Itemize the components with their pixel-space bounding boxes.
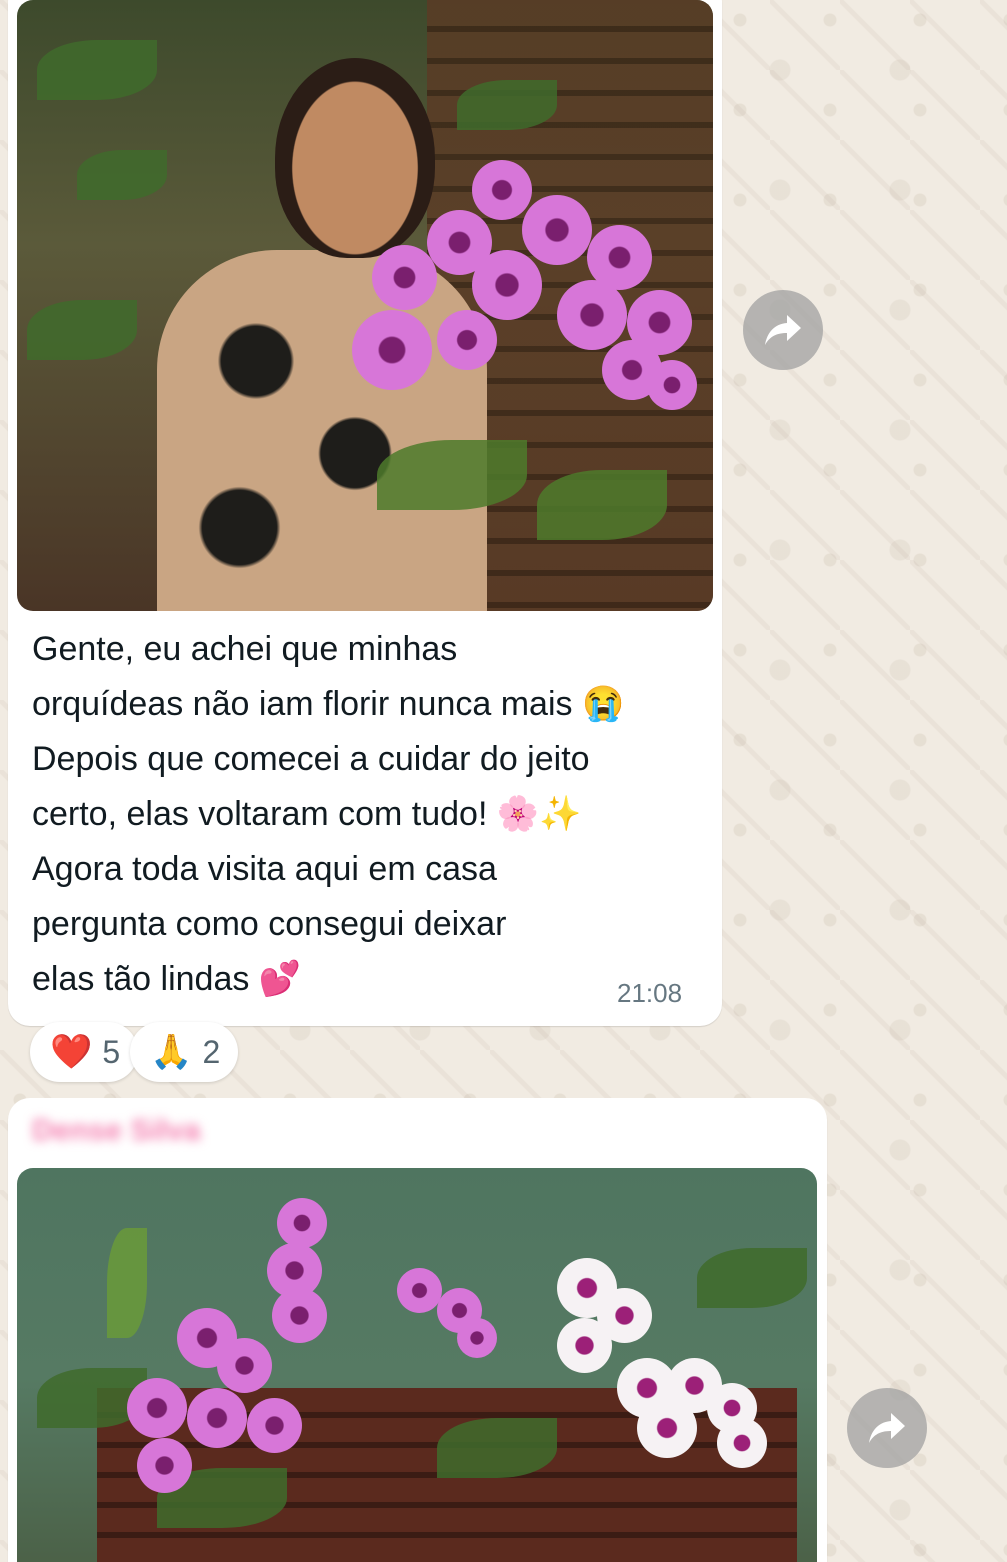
forward-arrow-icon [765, 315, 801, 345]
heart-emoji-icon: ❤️ [50, 1033, 93, 1071]
message-text-line: pergunta como consegui deixar [32, 905, 507, 943]
folded-hands-emoji-icon: 🙏 [150, 1033, 193, 1071]
reaction-count: 5 [102, 1033, 121, 1070]
reaction-count: 2 [202, 1033, 221, 1070]
message-text-line: orquídeas não iam florir nunca mais 😭 [32, 685, 625, 723]
message-timestamp: 21:08 [617, 978, 683, 1008]
message-text-line: Agora toda visita aqui em casa [32, 850, 497, 888]
forward-button[interactable] [743, 290, 823, 370]
message-text-line: Depois que comecei a cuidar do jeito [32, 740, 590, 778]
reactions-bar[interactable]: ❤️ 5 🙏 2 [30, 1022, 239, 1082]
message-text-line: certo, elas voltaram com tudo! 🌸✨ [32, 795, 582, 833]
message-text-line: elas tão lindas 💕 [32, 960, 302, 998]
reaction-pray[interactable]: 🙏 2 [130, 1022, 239, 1082]
forward-arrow-icon [869, 1413, 905, 1443]
message-photo[interactable] [17, 1168, 817, 1562]
reaction-heart[interactable]: ❤️ 5 [30, 1022, 139, 1082]
message-text-line: Gente, eu achei que minhas [32, 630, 458, 668]
forward-button[interactable] [847, 1388, 927, 1468]
message-text: Gente, eu achei que minhas orquídeas não… [32, 622, 712, 1007]
sender-name[interactable]: Dense Silva [32, 1114, 200, 1148]
message-photo[interactable] [17, 0, 713, 611]
